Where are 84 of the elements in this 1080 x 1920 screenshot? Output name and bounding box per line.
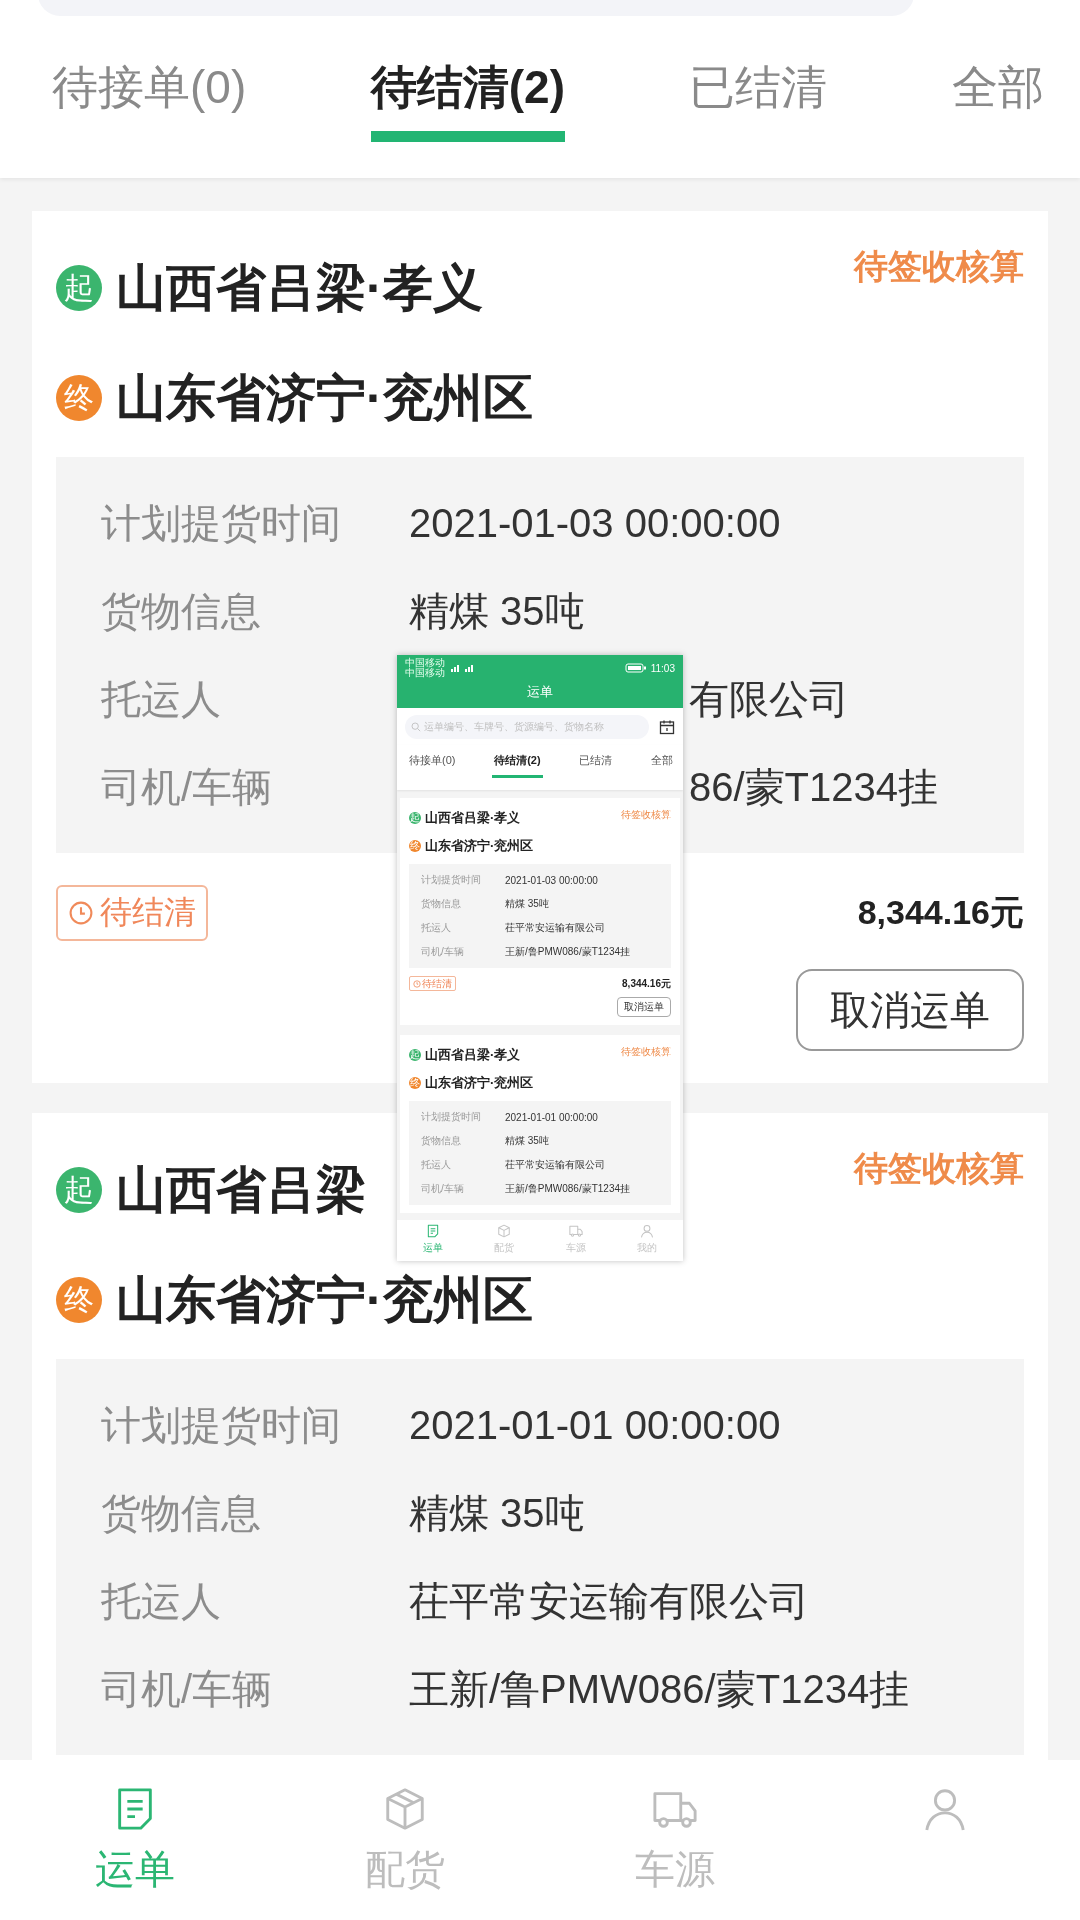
truck-icon[interactable]	[568, 1224, 583, 1238]
detail-value: 2021-01-01 00:00:00	[409, 1402, 781, 1448]
origin-badge: 起	[56, 265, 102, 311]
clock-time: 11:03	[650, 662, 675, 674]
destination-badge: 终	[56, 1277, 102, 1323]
clock-icon	[68, 900, 94, 926]
detail-value: 王新/鲁PMW086/蒙T1234挂	[505, 945, 631, 959]
detail-value: 2021-01-03 00:00:00	[409, 500, 781, 546]
clock-icon	[413, 979, 421, 988]
detail-value: 2021-01-03 00:00:00	[505, 874, 598, 886]
nav-label[interactable]: 配货	[365, 1842, 445, 1897]
cancel-order-button[interactable]: 取消运单	[617, 997, 671, 1017]
tab[interactable]: 待结清(2)	[492, 747, 543, 778]
destination-text: 山东省济宁·兖州区	[116, 1270, 533, 1330]
tab[interactable]: 待结清(2)	[370, 60, 565, 143]
origin-text: 山西省吕梁·孝义	[116, 258, 483, 318]
destination-text: 山东省济宁·兖州区	[425, 837, 534, 855]
tab[interactable]: 待接单(0)	[407, 747, 458, 778]
detail-value: 王新/鲁PMW086/蒙T1234挂	[409, 1665, 910, 1713]
detail-value: 茌平常安运输有限公司	[505, 921, 605, 935]
detail-label: 货物信息	[421, 1134, 462, 1148]
detail-label: 托运人	[101, 1577, 222, 1625]
destination-text: 山东省济宁·兖州区	[425, 1074, 534, 1092]
order-status: 待签收核算	[621, 808, 671, 822]
detail-label: 计划提货时间	[101, 499, 342, 547]
nav-label[interactable]: 运单	[95, 1842, 175, 1897]
detail-label: 计划提货时间	[421, 1110, 482, 1124]
detail-value: 精煤 35吨	[505, 1134, 549, 1148]
destination-text: 山东省济宁·兖州区	[116, 368, 533, 428]
origin-text: 山西省吕梁	[116, 1160, 366, 1220]
detail-value: 茌平常安运输有限公司	[505, 1158, 605, 1172]
origin-text: 山西省吕梁·孝义	[425, 809, 521, 827]
detail-value: 精煤 35吨	[409, 587, 585, 635]
price: 8,344.16元	[622, 976, 671, 991]
calendar-icon[interactable]	[659, 718, 675, 735]
detail-value: 茌平常安运输有限公司	[409, 1577, 809, 1625]
detail-label: 计划提货时间	[101, 1401, 342, 1449]
destination-badge: 终	[56, 375, 102, 421]
cancel-order-button[interactable]: 取消运单	[796, 969, 1024, 1051]
screen-title: 运单	[526, 683, 554, 701]
nav-label[interactable]: 车源	[635, 1842, 715, 1897]
battery-icon	[624, 663, 647, 673]
origin-text: 山西省吕梁·孝义	[425, 1046, 521, 1064]
detail-label: 计划提货时间	[421, 873, 482, 887]
document-icon[interactable]	[425, 1224, 440, 1238]
detail-value: 精煤 35吨	[409, 1489, 585, 1537]
detail-value: 2021-01-01 00:00:00	[505, 1111, 598, 1123]
detail-label: 司机/车辆	[421, 945, 465, 959]
tab[interactable]: 全部	[648, 747, 675, 778]
tag-text: 待结清	[422, 977, 452, 990]
order-status: 待签收核算	[854, 246, 1024, 287]
detail-label: 货物信息	[101, 587, 262, 635]
price: 8,344.16元	[857, 892, 1024, 933]
detail-label: 司机/车辆	[101, 1665, 274, 1713]
tab[interactable]: 全部	[951, 60, 1044, 143]
destination-badge: 终	[409, 840, 421, 852]
detail-value: 86/蒙T1234挂	[689, 763, 939, 811]
box-icon[interactable]	[497, 1224, 512, 1238]
tab[interactable]: 已结清	[689, 60, 828, 143]
tab[interactable]: 待接单(0)	[52, 60, 247, 143]
search-icon	[411, 721, 421, 732]
detail-label: 司机/车辆	[101, 763, 274, 811]
detail-label: 货物信息	[421, 897, 462, 911]
origin-badge: 起	[56, 1167, 102, 1213]
detail-label: 托运人	[421, 921, 452, 935]
tag-text: 待结清	[100, 893, 196, 932]
destination-badge: 终	[409, 1077, 421, 1089]
order-status: 待签收核算	[854, 1148, 1024, 1189]
tab[interactable]: 已结清	[577, 747, 615, 778]
detail-value: 有限公司	[689, 675, 849, 723]
order-status: 待签收核算	[621, 1045, 671, 1059]
detail-label: 货物信息	[101, 1489, 262, 1537]
detail-label: 托运人	[421, 1158, 452, 1172]
carrier-text: 中国移动	[405, 658, 445, 668]
detail-value: 精煤 35吨	[505, 897, 549, 911]
origin-badge: 起	[409, 812, 421, 824]
detail-value: 王新/鲁PMW086/蒙T1234挂	[505, 1182, 631, 1196]
detail-label: 托运人	[101, 675, 222, 723]
person-icon[interactable]	[922, 1786, 968, 1832]
detail-label: 司机/车辆	[421, 1182, 465, 1196]
person-icon[interactable]	[640, 1224, 655, 1238]
origin-badge: 起	[409, 1049, 421, 1061]
nav-label[interactable]: 运单	[422, 1241, 443, 1255]
carrier-text: 中国移动	[405, 668, 445, 678]
